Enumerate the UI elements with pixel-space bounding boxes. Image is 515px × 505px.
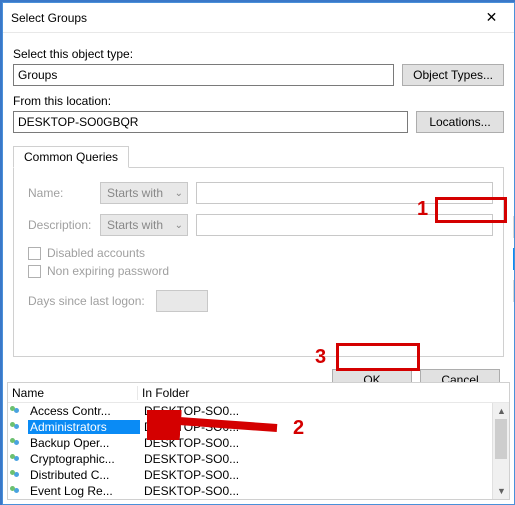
close-icon: ✕ xyxy=(486,9,498,26)
name-mode-combo: Starts with ⌄ xyxy=(100,182,188,204)
row-name: Access Contr... xyxy=(28,404,140,418)
row-folder: DESKTOP-SO0... xyxy=(140,468,239,482)
group-icon xyxy=(10,451,26,467)
description-filter-label: Description: xyxy=(28,218,92,232)
group-icon xyxy=(10,483,26,499)
disabled-accounts-label: Disabled accounts xyxy=(47,246,145,260)
object-type-label: Select this object type: xyxy=(13,47,504,61)
description-mode-combo: Starts with ⌄ xyxy=(100,214,188,236)
table-row[interactable]: Event Log Re...DESKTOP-SO0... xyxy=(8,483,509,499)
results-scrollbar[interactable]: ▲ ▼ xyxy=(492,403,509,499)
chevron-down-icon: ⌄ xyxy=(175,220,183,231)
non-expiring-label: Non expiring password xyxy=(47,264,169,278)
days-since-logon-label: Days since last logon: xyxy=(28,294,148,308)
object-type-field[interactable] xyxy=(13,64,394,86)
titlebar: Select Groups ✕ xyxy=(3,3,514,33)
group-icon xyxy=(10,435,26,451)
row-name: Event Log Re... xyxy=(28,484,140,498)
row-name: Administrators xyxy=(28,420,140,434)
column-folder-header[interactable]: In Folder xyxy=(138,386,509,400)
select-groups-dialog: Select Groups ✕ Select this object type:… xyxy=(2,2,515,505)
name-filter-input xyxy=(196,182,493,204)
name-filter-label: Name: xyxy=(28,186,92,200)
table-row[interactable]: Access Contr...DESKTOP-SO0... xyxy=(8,403,509,419)
row-folder: DESKTOP-SO0... xyxy=(140,436,239,450)
scroll-thumb[interactable] xyxy=(495,419,507,459)
table-row[interactable]: AdministratorsDESKTOP-SO0... xyxy=(8,419,509,435)
scroll-down-icon[interactable]: ▼ xyxy=(493,483,510,499)
close-button[interactable]: ✕ xyxy=(469,3,514,33)
row-folder: DESKTOP-SO0... xyxy=(140,420,239,434)
non-expiring-checkbox xyxy=(28,265,41,278)
location-label: From this location: xyxy=(13,94,504,108)
group-icon xyxy=(10,419,26,435)
group-icon xyxy=(10,467,26,483)
tab-common-queries[interactable]: Common Queries xyxy=(13,146,129,168)
group-icon xyxy=(10,403,26,419)
scroll-up-icon[interactable]: ▲ xyxy=(493,403,510,419)
row-folder: DESKTOP-SO0... xyxy=(140,484,239,498)
days-since-logon-combo xyxy=(156,290,208,312)
locations-button[interactable]: Locations... xyxy=(416,111,504,133)
window-title: Select Groups xyxy=(11,11,87,25)
table-row[interactable]: Backup Oper...DESKTOP-SO0... xyxy=(8,435,509,451)
row-folder: DESKTOP-SO0... xyxy=(140,452,239,466)
chevron-down-icon: ⌄ xyxy=(175,188,183,199)
object-types-button[interactable]: Object Types... xyxy=(402,64,504,86)
disabled-accounts-checkbox xyxy=(28,247,41,260)
table-row[interactable]: Distributed C...DESKTOP-SO0... xyxy=(8,467,509,483)
results-header: Name In Folder xyxy=(8,383,509,403)
row-folder: DESKTOP-SO0... xyxy=(140,404,239,418)
row-name: Cryptographic... xyxy=(28,452,140,466)
search-results-list[interactable]: Name In Folder Access Contr...DESKTOP-SO… xyxy=(7,382,510,500)
common-queries-panel: Name: Starts with ⌄ Description: Starts … xyxy=(13,167,504,357)
location-field[interactable] xyxy=(13,111,408,133)
table-row[interactable]: Cryptographic...DESKTOP-SO0... xyxy=(8,451,509,467)
description-filter-input xyxy=(196,214,493,236)
row-name: Backup Oper... xyxy=(28,436,140,450)
column-name-header[interactable]: Name xyxy=(8,386,138,400)
row-name: Distributed C... xyxy=(28,468,140,482)
